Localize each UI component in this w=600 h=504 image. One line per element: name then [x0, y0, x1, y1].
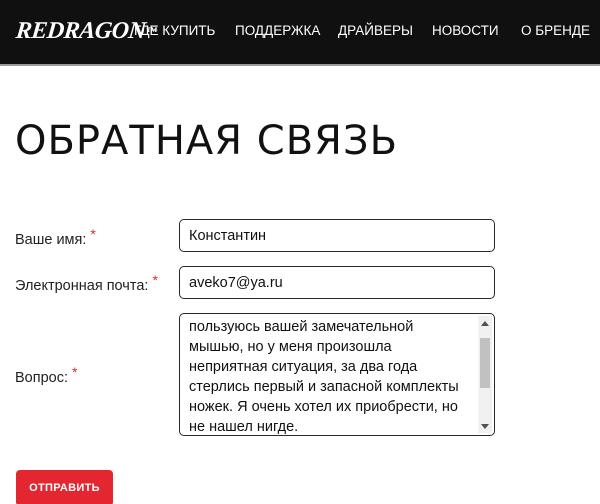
name-input[interactable]	[179, 219, 495, 252]
scroll-down-icon[interactable]	[478, 419, 492, 433]
question-label: Вопрос: *	[15, 364, 77, 387]
email-label: Электронная почта: *	[15, 272, 158, 295]
nav-about-brand[interactable]: О БРЕНДЕ	[521, 22, 590, 40]
nav-where-to-buy[interactable]: ГДЕ КУПИТЬ	[134, 22, 215, 40]
logo-text: REDRAGON	[14, 18, 147, 44]
required-mark: *	[152, 272, 158, 288]
required-mark: *	[72, 364, 78, 380]
site-header: REDRAGONTM ГДЕ КУПИТЬ ПОДДЕРЖКА ДРАЙВЕРЫ…	[0, 0, 600, 66]
required-mark: *	[90, 226, 96, 242]
email-label-text: Электронная почта:	[15, 278, 149, 294]
page: REDRAGONTM ГДЕ КУПИТЬ ПОДДЕРЖКА ДРАЙВЕРЫ…	[0, 0, 600, 504]
scroll-up-icon[interactable]	[478, 316, 492, 330]
name-label-text: Ваше имя:	[15, 232, 87, 248]
nav-support[interactable]: ПОДДЕРЖКА	[235, 22, 320, 40]
page-title: ОБРАТНАЯ СВЯЗЬ	[15, 118, 399, 164]
scroll-thumb[interactable]	[480, 338, 490, 388]
email-input[interactable]	[179, 266, 495, 299]
question-textarea[interactable]: пользуюсь вашей замечательной мышью, но …	[180, 314, 476, 434]
question-textarea-container: пользуюсь вашей замечательной мышью, но …	[179, 313, 495, 436]
name-label: Ваше имя: *	[15, 226, 96, 249]
textarea-scrollbar[interactable]	[478, 316, 492, 433]
nav-news[interactable]: НОВОСТИ	[432, 22, 499, 40]
submit-button[interactable]: ОТПРАВИТЬ	[16, 470, 113, 504]
question-label-text: Вопрос:	[15, 370, 68, 386]
nav-drivers[interactable]: ДРАЙВЕРЫ	[338, 22, 413, 40]
